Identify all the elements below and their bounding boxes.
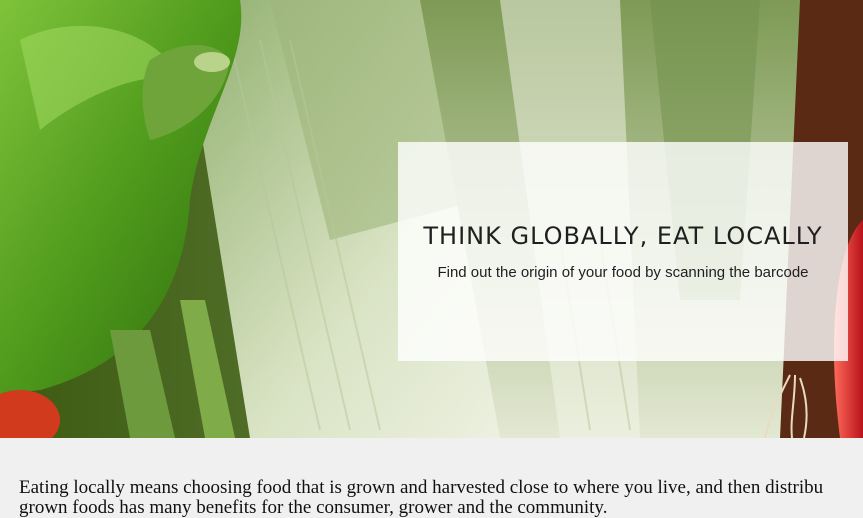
hero-subtitle: Find out the origin of your food by scan… — [437, 264, 809, 281]
hero-banner: THINK GLOBALLY, EAT LOCALLY Find out the… — [0, 0, 863, 438]
hero-overlay: THINK GLOBALLY, EAT LOCALLY Find out the… — [398, 142, 848, 361]
main-content: Eating locally means choosing food that … — [19, 478, 863, 518]
hero-title: THINK GLOBALLY, EAT LOCALLY — [423, 222, 823, 250]
intro-paragraph-line-1: Eating locally means choosing food that … — [19, 477, 824, 498]
intro-paragraph-line-2: grown foods has many benefits for the co… — [19, 497, 608, 518]
